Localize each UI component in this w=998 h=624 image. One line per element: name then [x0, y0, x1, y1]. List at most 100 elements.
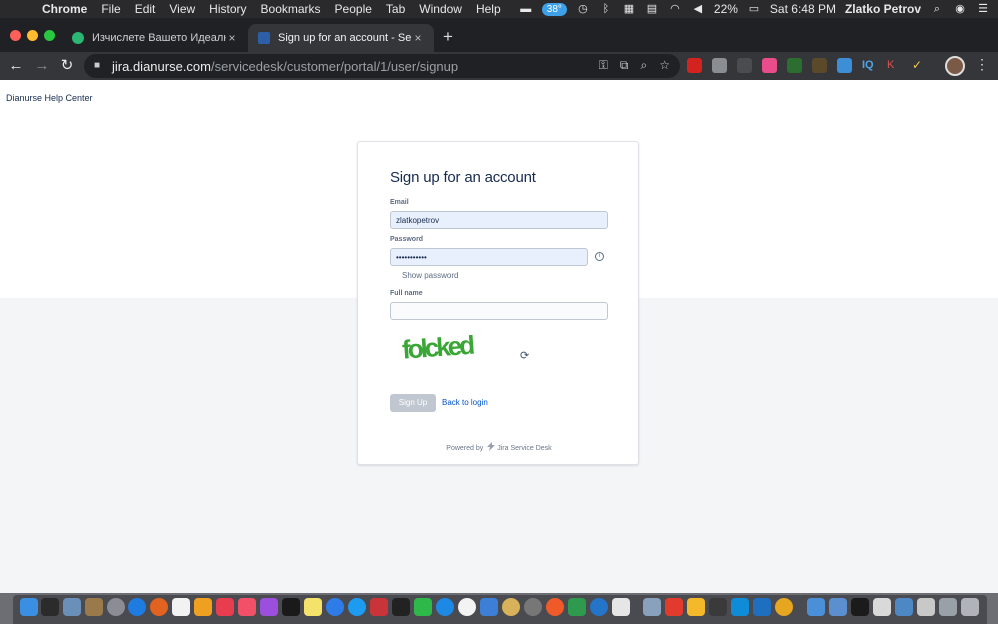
rocket-icon[interactable] — [107, 598, 125, 616]
menu-bookmarks[interactable]: Bookmarks — [261, 2, 321, 16]
fullname-field[interactable] — [390, 302, 608, 320]
preview-icon[interactable] — [63, 598, 81, 616]
facetime-icon[interactable] — [414, 598, 432, 616]
flag-icon[interactable]: ▤ — [645, 3, 659, 15]
help-center-link[interactable]: Dianurse Help Center — [6, 93, 93, 103]
menu-people[interactable]: People — [335, 2, 372, 16]
music-icon[interactable] — [238, 598, 256, 616]
display-icon[interactable]: ▬ — [519, 3, 533, 15]
back-arrow-icon[interactable]: ← — [6, 56, 26, 76]
window-thumbnail[interactable] — [895, 598, 913, 616]
avatar[interactable] — [945, 56, 965, 76]
podcasts-icon[interactable] — [260, 598, 278, 616]
app-icon[interactable] — [436, 598, 454, 616]
launchpad-icon[interactable] — [41, 598, 59, 616]
sketch-icon[interactable] — [687, 598, 705, 616]
menu-dots-icon[interactable]: ⋮ — [975, 56, 989, 73]
tab-signup[interactable]: Sign up for an account - Service × — [248, 24, 434, 52]
weather-badge[interactable]: 38° — [541, 2, 567, 16]
refresh-captcha-icon[interactable]: ⟳ — [520, 349, 529, 362]
check-extension-icon[interactable]: ✓ — [912, 58, 927, 73]
lock-icon[interactable]: ■ — [94, 60, 104, 72]
chrome-icon[interactable] — [775, 598, 793, 616]
time-machine-icon[interactable]: ◷ — [576, 3, 590, 15]
password-field[interactable]: ••••••••••• — [390, 248, 588, 266]
wifi-icon[interactable]: ◠ — [668, 3, 682, 15]
contacts-icon[interactable] — [85, 598, 103, 616]
menu-app[interactable]: Chrome — [42, 2, 87, 16]
textedit-icon[interactable] — [612, 598, 630, 616]
close-window-button[interactable] — [10, 30, 21, 41]
info-icon[interactable]: i — [595, 252, 604, 261]
finder-icon[interactable] — [20, 598, 38, 616]
iq-extension-icon[interactable]: IQ — [862, 58, 877, 73]
window-thumbnail[interactable] — [939, 598, 957, 616]
tv-icon[interactable] — [282, 598, 300, 616]
star-icon[interactable]: ☆ — [659, 58, 670, 73]
new-tab-icon[interactable]: + — [443, 28, 453, 46]
terminal-icon[interactable] — [392, 598, 410, 616]
color-extension-icon[interactable] — [762, 58, 777, 73]
twitter-icon[interactable] — [348, 598, 366, 616]
forward-arrow-icon[interactable]: → — [32, 56, 52, 76]
extension-icon[interactable] — [812, 58, 827, 73]
downloads-icon[interactable] — [829, 598, 847, 616]
app-icon[interactable] — [709, 598, 727, 616]
volume-icon[interactable]: ◀ — [691, 3, 705, 15]
menu-file[interactable]: File — [101, 2, 120, 16]
window-thumbnail[interactable] — [917, 598, 935, 616]
weather-extension-icon[interactable] — [837, 58, 852, 73]
notification-center-icon[interactable]: ☰ — [976, 3, 990, 15]
books-icon[interactable] — [194, 598, 212, 616]
key-icon[interactable]: ⚿ — [599, 58, 608, 73]
reload-icon[interactable]: ↻ — [57, 56, 77, 76]
user-name[interactable]: Zlatko Petrov — [845, 2, 921, 16]
acrobat-icon[interactable] — [665, 598, 683, 616]
email-field[interactable]: zlatkopetrov — [390, 211, 608, 229]
app-icon[interactable] — [502, 598, 520, 616]
powered-brand[interactable]: Jira Service Desk — [497, 445, 551, 452]
photos-icon[interactable] — [458, 598, 476, 616]
app-icon[interactable] — [643, 598, 661, 616]
messages-icon[interactable] — [326, 598, 344, 616]
back-to-login-link[interactable]: Back to login — [442, 398, 488, 407]
calendar-icon[interactable] — [172, 598, 190, 616]
trash-icon[interactable] — [961, 598, 979, 616]
firefox-icon[interactable] — [150, 598, 168, 616]
k-extension-icon[interactable]: K — [887, 58, 902, 73]
menu-tab[interactable]: Tab — [386, 2, 405, 16]
drive-extension-icon[interactable] — [712, 58, 727, 73]
show-password-toggle[interactable]: Show password — [402, 271, 458, 280]
close-icon[interactable]: × — [412, 31, 424, 45]
clock[interactable]: Sat 6:48 PM — [770, 2, 836, 16]
news-icon[interactable] — [216, 598, 234, 616]
siri-icon[interactable]: ◉ — [953, 3, 967, 15]
translate-icon[interactable]: ⧉ — [620, 58, 629, 73]
minimize-window-button[interactable] — [27, 30, 38, 41]
photo-booth-icon[interactable] — [370, 598, 388, 616]
tab-calculator[interactable]: Изчислете Вашето Идеално Те × — [62, 24, 248, 52]
keyboard-icon[interactable]: ▦ — [622, 3, 636, 15]
extension-icon[interactable] — [787, 58, 802, 73]
app-icon[interactable] — [568, 598, 586, 616]
folder-icon[interactable] — [807, 598, 825, 616]
pdf-extension-icon[interactable] — [687, 58, 702, 73]
address-bar[interactable]: ■ jira.dianurse.com/servicedesk/customer… — [84, 54, 680, 78]
zoom-icon[interactable]: ⌕ — [641, 58, 648, 73]
spotlight-icon[interactable]: ⌕ — [930, 3, 944, 15]
vscode-icon[interactable] — [753, 598, 771, 616]
notes-icon[interactable] — [304, 598, 322, 616]
compass-icon[interactable] — [524, 598, 542, 616]
xcode-icon[interactable] — [480, 598, 498, 616]
menu-view[interactable]: View — [169, 2, 195, 16]
menu-history[interactable]: History — [209, 2, 246, 16]
window-thumbnail[interactable] — [851, 598, 869, 616]
battery-icon[interactable]: ▭ — [747, 3, 761, 15]
close-icon[interactable]: × — [226, 31, 238, 45]
window-thumbnail[interactable] — [873, 598, 891, 616]
extension-icon[interactable] — [737, 58, 752, 73]
bluetooth-icon[interactable]: ᛒ — [599, 3, 613, 15]
browser-icon[interactable] — [590, 598, 608, 616]
safari-icon[interactable] — [128, 598, 146, 616]
menu-window[interactable]: Window — [419, 2, 462, 16]
